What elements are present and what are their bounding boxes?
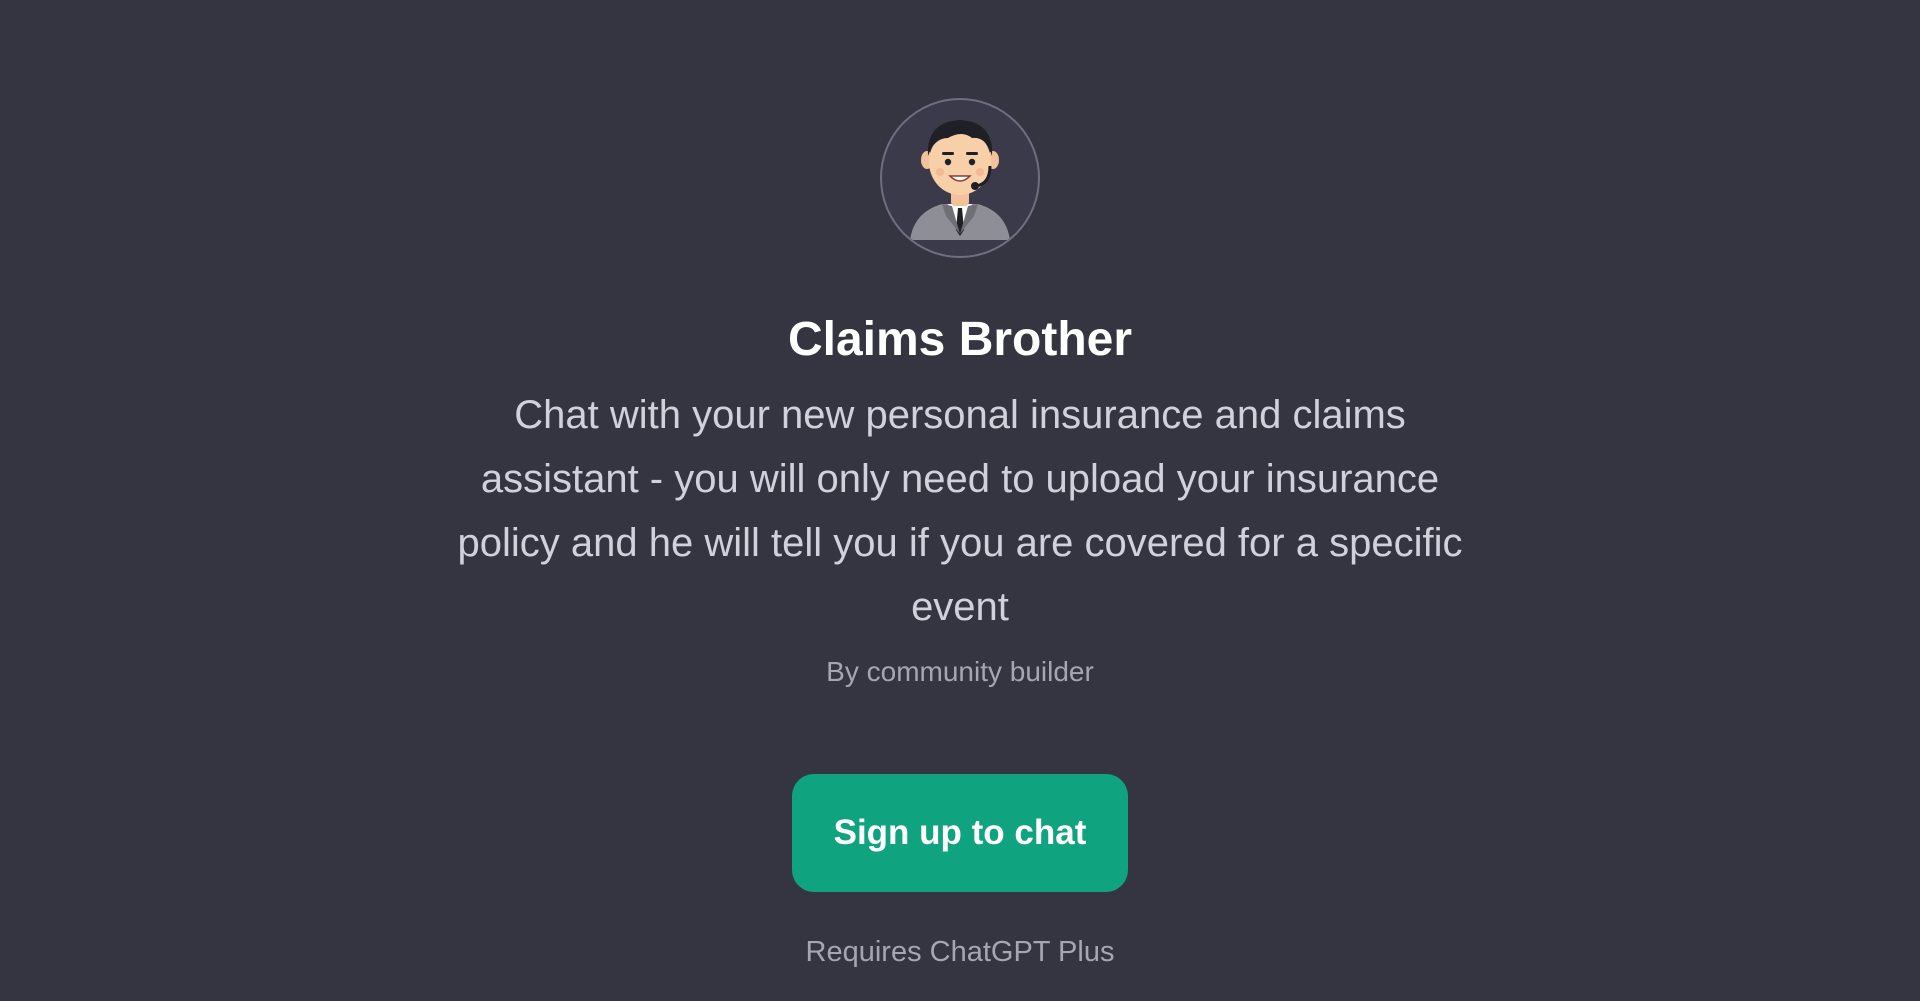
sign-up-to-chat-button[interactable]: Sign up to chat (792, 774, 1128, 893)
support-agent-with-headset-icon (910, 120, 1010, 240)
gpt-name: Claims Brother (787, 313, 1133, 366)
gpt-author: By community builder (826, 656, 1094, 688)
gpt-description: Chat with your new personal insurance an… (457, 393, 1463, 630)
gpt-avatar (880, 98, 1040, 258)
plan-requirement-note: Requires ChatGPT Plus (805, 936, 1115, 969)
gpt-landing-page: Claims Brother Chat with your new person… (0, 0, 1920, 1001)
